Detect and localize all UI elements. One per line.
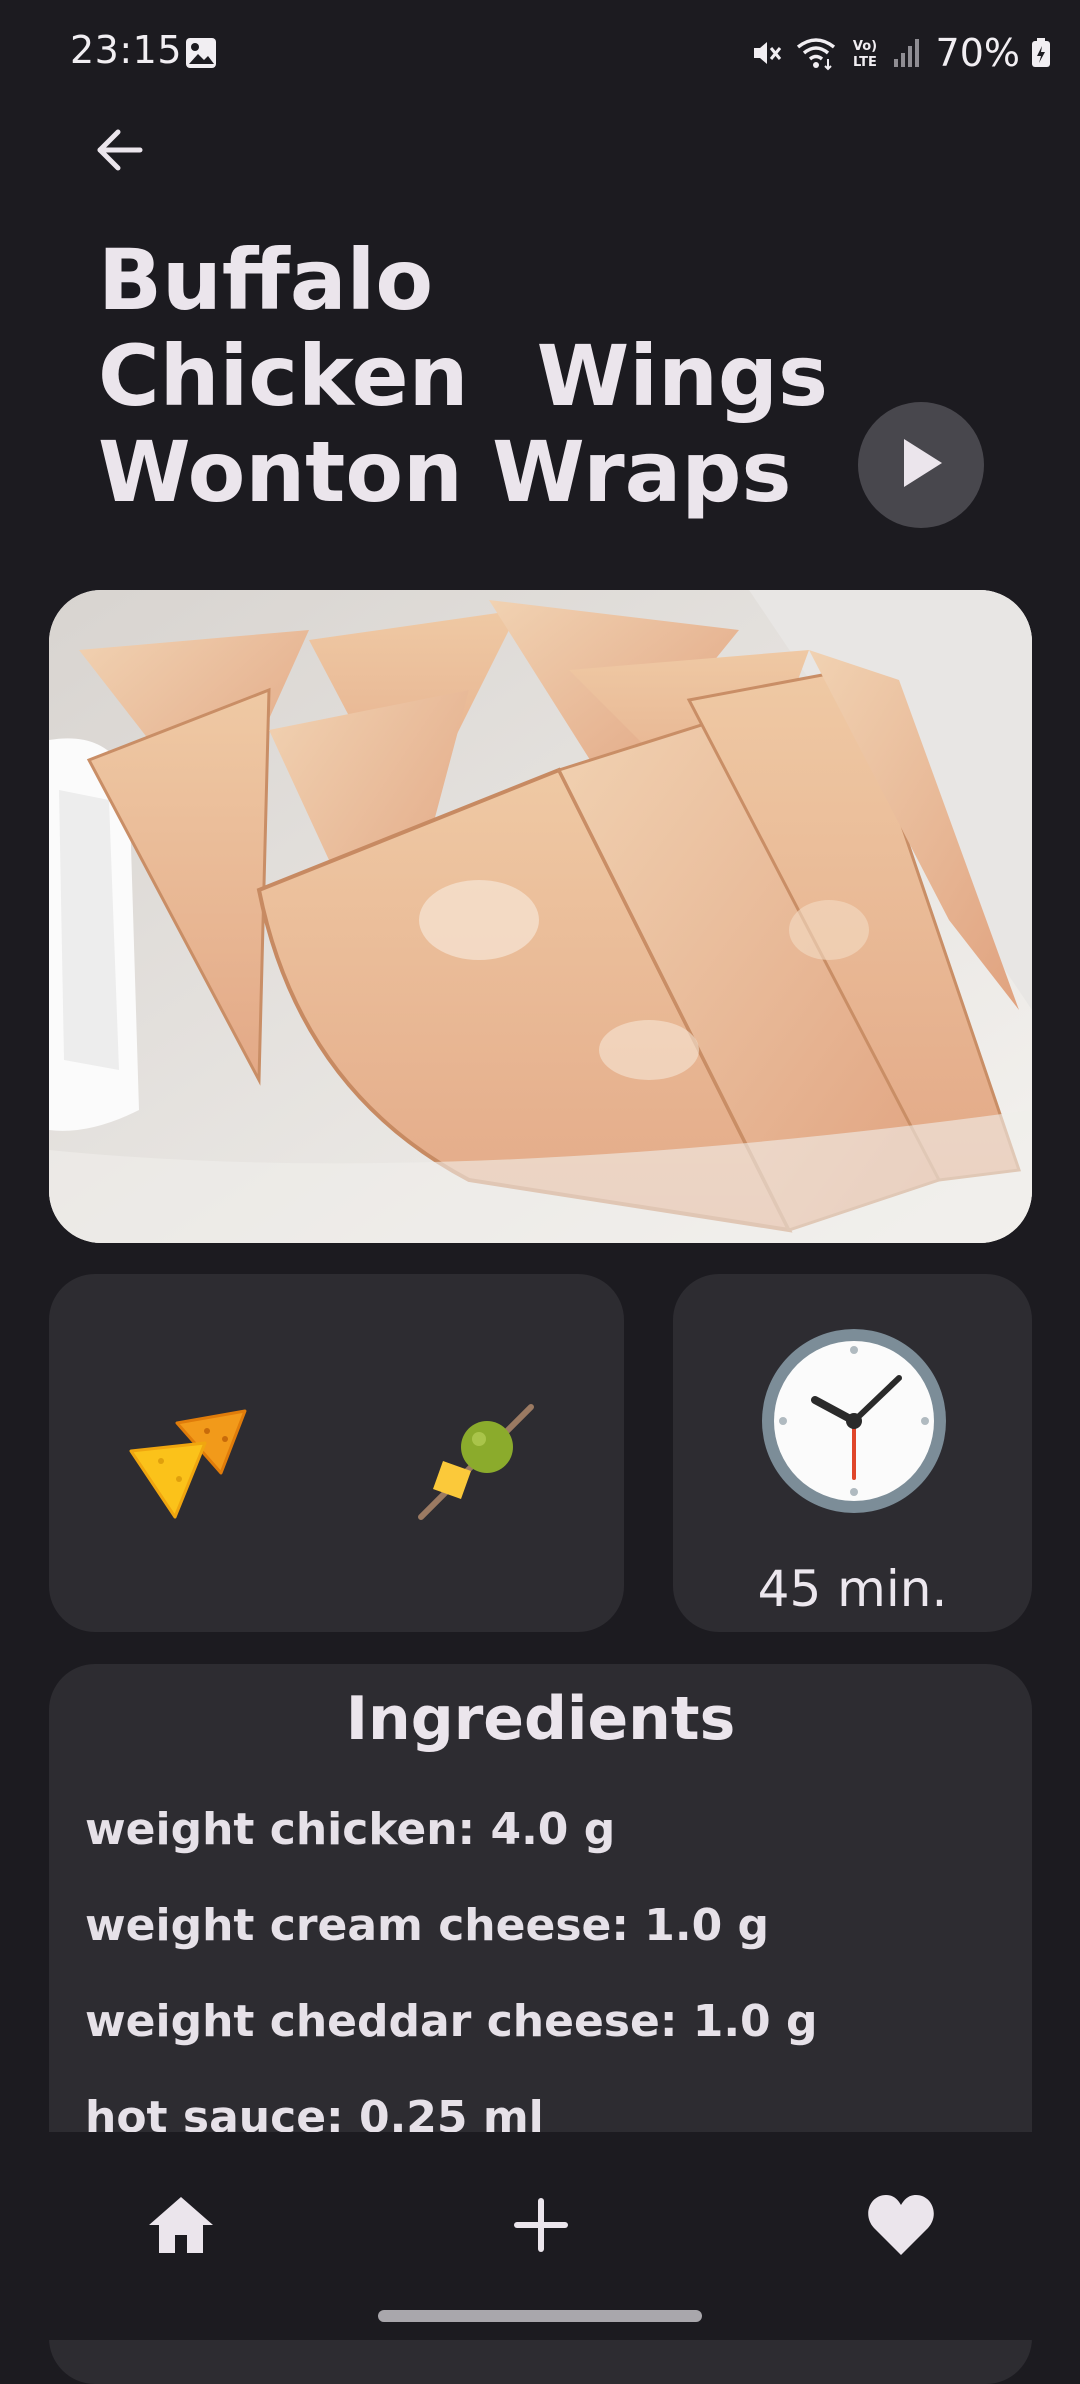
bottom-navigation [0, 2132, 1080, 2340]
play-button[interactable] [858, 402, 984, 528]
clock-icon [759, 1326, 949, 1516]
ingredients-heading: Ingredients [345, 1684, 736, 1754]
battery-percent: 70% [935, 31, 1020, 75]
categories-card [49, 1274, 624, 1632]
cooking-time: 45 min. [757, 1560, 948, 1618]
nav-home-button[interactable] [131, 2177, 231, 2277]
status-time: 23:15 [70, 28, 183, 72]
arrow-left-icon [92, 122, 148, 182]
home-icon [145, 2193, 217, 2261]
status-bar: 23:15 Vo) LTE 70% [0, 0, 1080, 110]
wifi-icon [794, 35, 838, 71]
ingredient-item: weight cheddar cheese: 1.0 g [85, 1996, 818, 2047]
battery-icon [1030, 35, 1052, 71]
ingredient-item: weight cream cheese: 1.0 g [85, 1900, 770, 1951]
cooking-time-card: 45 min. [673, 1274, 1032, 1632]
ingredient-item: weight chicken: 4.0 g [85, 1804, 616, 1855]
nav-favorites-button[interactable] [851, 2177, 951, 2277]
recipe-photo [49, 590, 1032, 1243]
back-button[interactable] [80, 112, 160, 192]
gallery-icon [184, 36, 218, 70]
add-icon [513, 2197, 569, 2257]
recipe-title: Buffalo Chicken Wings Wonton Wraps [98, 231, 828, 521]
volte-icon: Vo) LTE [848, 35, 882, 71]
svg-text:LTE: LTE [853, 55, 877, 70]
mute-icon [748, 35, 784, 71]
skewer-appetizer-icon [401, 1389, 541, 1529]
ingredient-list: weight chicken: 4.0 g weight cream chees… [85, 1782, 818, 2166]
nav-add-button[interactable] [491, 2177, 591, 2277]
status-icons: Vo) LTE 70% [748, 28, 1052, 78]
nachos-icon [117, 1389, 257, 1529]
play-icon [896, 435, 946, 495]
signal-icon [892, 35, 922, 71]
svg-text:Vo): Vo) [852, 39, 876, 54]
heart-icon [866, 2193, 936, 2261]
gesture-navigation-bar[interactable] [378, 2310, 702, 2322]
